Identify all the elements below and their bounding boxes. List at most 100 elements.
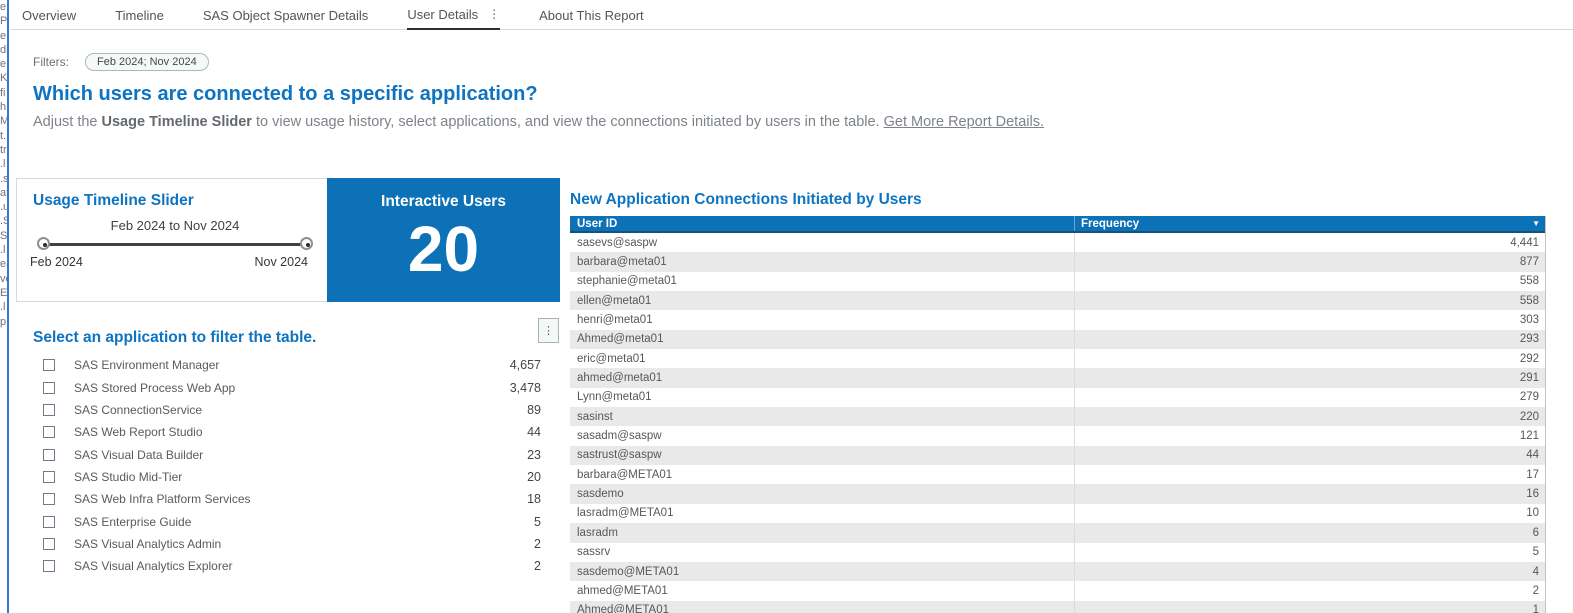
report-details-link[interactable]: Get More Report Details. (884, 114, 1044, 130)
background-window-edge: ePedieKufihMt.tr.l.sat.u.SS.leavoEL.lp (0, 0, 9, 613)
application-name: SAS Web Infra Platform Services (74, 492, 251, 507)
slider-track[interactable] (43, 243, 307, 246)
table-row[interactable]: Lynn@meta01 279 (570, 387, 1545, 408)
cell-frequency: 558 (1519, 275, 1539, 288)
table-row[interactable]: sasdemo@META01 4 (570, 561, 1545, 582)
tab-overview[interactable]: Overview (22, 0, 76, 30)
cell-user-id: Ahmed@META01 (570, 600, 1075, 613)
cell-user-id: sassrv (570, 542, 1075, 562)
filter-chip[interactable]: Feb 2024; Nov 2024 (85, 53, 209, 71)
slider-handle-start[interactable] (37, 237, 50, 250)
table-row[interactable]: Ahmed@META01 1 (570, 600, 1545, 613)
application-list-item[interactable]: SAS Web Infra Platform Services 18 (33, 488, 541, 510)
application-list-item[interactable]: SAS Web Report Studio 44 (33, 421, 541, 443)
dropdown-arrow-icon[interactable]: ▼ (1532, 219, 1540, 228)
table-row[interactable]: ellen@meta01 558 (570, 291, 1545, 311)
cell-user-id: sasdemo@META01 (570, 561, 1075, 582)
clipped-text-fragment: p (0, 315, 7, 328)
checkbox[interactable] (43, 537, 55, 550)
application-list-item[interactable]: SAS Environment Manager 4,657 (33, 354, 541, 376)
checkbox[interactable] (43, 515, 55, 528)
clipped-text-fragment: .l (0, 158, 6, 171)
table-row[interactable]: sasdemo 16 (570, 484, 1545, 504)
cell-frequency: 279 (1519, 391, 1539, 404)
tab-user-details[interactable]: User Details ⋮ (407, 0, 501, 30)
cell-user-id: sasadm@saspw (570, 426, 1075, 446)
cell-user-id: henri@meta01 (570, 310, 1075, 330)
page-subtitle: Adjust the Usage Timeline Slider to view… (33, 114, 1044, 130)
checkbox[interactable] (43, 381, 55, 394)
cell-frequency: 558 (1519, 294, 1539, 307)
table-row[interactable]: henri@meta01 303 (570, 310, 1545, 330)
subtitle-text: to view usage history, select applicatio… (251, 114, 884, 130)
page-title: Which users are connected to a specific … (33, 83, 538, 105)
application-filter-list: SAS Environment Manager 4,657 SAS Stored P… (33, 354, 541, 577)
checkbox[interactable] (43, 493, 55, 506)
clipped-text-fragment: .u (0, 201, 9, 214)
table-row[interactable]: sasevs@saspw 4,441 (570, 233, 1545, 253)
table-row[interactable]: barbara@META01 17 (570, 465, 1545, 485)
application-name: SAS Visual Data Builder (74, 447, 204, 462)
column-header-frequency[interactable]: Frequency ▼ (1075, 216, 1545, 231)
table-row[interactable]: ahmed@META01 2 (570, 581, 1545, 601)
table-row[interactable]: stephanie@meta01 558 (570, 271, 1545, 292)
checkbox[interactable] (43, 560, 55, 573)
table-row[interactable]: Ahmed@meta01 293 (570, 329, 1545, 350)
application-count: 18 (527, 492, 541, 507)
table-row[interactable]: ahmed@meta01 291 (570, 368, 1545, 388)
checkbox[interactable] (43, 403, 55, 416)
table-row[interactable]: lasradm@META01 10 (570, 503, 1545, 524)
column-header-user-id[interactable]: User ID (570, 216, 1075, 231)
cell-frequency: 4 (1532, 565, 1539, 578)
application-list-item[interactable]: SAS Visual Analytics Admin 2 (33, 533, 541, 555)
table-row[interactable]: barbara@meta01 877 (570, 252, 1545, 272)
cell-frequency: 1 (1532, 604, 1539, 613)
cell-user-id: lasradm@META01 (570, 503, 1075, 524)
application-list-item[interactable]: SAS ConnectionService 89 (33, 399, 541, 421)
clipped-text-fragment: fi (0, 86, 6, 99)
cell-user-id: ahmed@meta01 (570, 368, 1075, 388)
table-row[interactable]: sastrust@saspw 44 (570, 445, 1545, 466)
table-row[interactable]: lasradm 6 (570, 523, 1545, 543)
table-row[interactable]: eric@meta01 292 (570, 349, 1545, 369)
cell-frequency: 10 (1526, 507, 1539, 520)
application-count: 4,657 (509, 358, 541, 373)
table-row[interactable]: sasinst 220 (570, 407, 1545, 427)
cell-frequency: 303 (1519, 314, 1539, 327)
application-name: SAS Environment Manager (74, 358, 220, 373)
vertical-ellipsis-icon[interactable]: ⋮ (488, 7, 500, 21)
clipped-text-fragment: e (0, 1, 7, 13)
tab-about-this-report[interactable]: About This Report (539, 0, 644, 30)
object-menu-button[interactable]: ⋮ (538, 318, 559, 343)
kpi-value: 20 (407, 213, 480, 285)
application-list-item[interactable]: SAS Visual Analytics Explorer 2 (33, 555, 541, 577)
application-name: SAS Visual Analytics Admin (74, 536, 222, 551)
table-row[interactable]: sasadm@saspw 121 (570, 426, 1545, 446)
slider-handle-end[interactable] (300, 237, 313, 250)
application-list-item[interactable]: SAS Visual Data Builder 23 (33, 443, 541, 465)
cell-user-id: stephanie@meta01 (570, 271, 1075, 292)
tab-sas-object-spawner-details[interactable]: SAS Object Spawner Details (203, 0, 368, 30)
application-list-item[interactable]: SAS Studio Mid-Tier 20 (33, 466, 541, 488)
clipped-text-fragment: Ku (0, 72, 8, 85)
filters-row: Filters: Feb 2024; Nov 2024 (33, 53, 209, 71)
application-list-item[interactable]: SAS Enterprise Guide 5 (33, 510, 541, 532)
clipped-text-fragment: .s (0, 172, 9, 185)
cell-user-id: lasradm (570, 523, 1075, 543)
application-count: 2 (534, 559, 541, 574)
slider-title: Usage Timeline Slider (33, 192, 194, 209)
timeline-slider[interactable] (37, 237, 313, 253)
checkbox[interactable] (43, 426, 55, 439)
cell-user-id: ahmed@META01 (570, 581, 1075, 601)
checkbox[interactable] (43, 470, 55, 483)
application-list-item[interactable]: SAS Stored Process Web App 3,478 (33, 376, 541, 398)
clipped-text-fragment: e (0, 58, 7, 71)
cell-frequency: 16 (1526, 488, 1539, 501)
clipped-text-fragment: EL (0, 286, 8, 299)
checkbox[interactable] (43, 448, 55, 461)
column-header-label: Frequency (1081, 217, 1140, 230)
tab-timeline[interactable]: Timeline (115, 0, 164, 30)
table-row[interactable]: sassrv 5 (570, 542, 1545, 562)
table-body: sasevs@saspw 4,441 barbara@meta01 877 stepha… (570, 233, 1545, 613)
checkbox[interactable] (43, 359, 55, 372)
